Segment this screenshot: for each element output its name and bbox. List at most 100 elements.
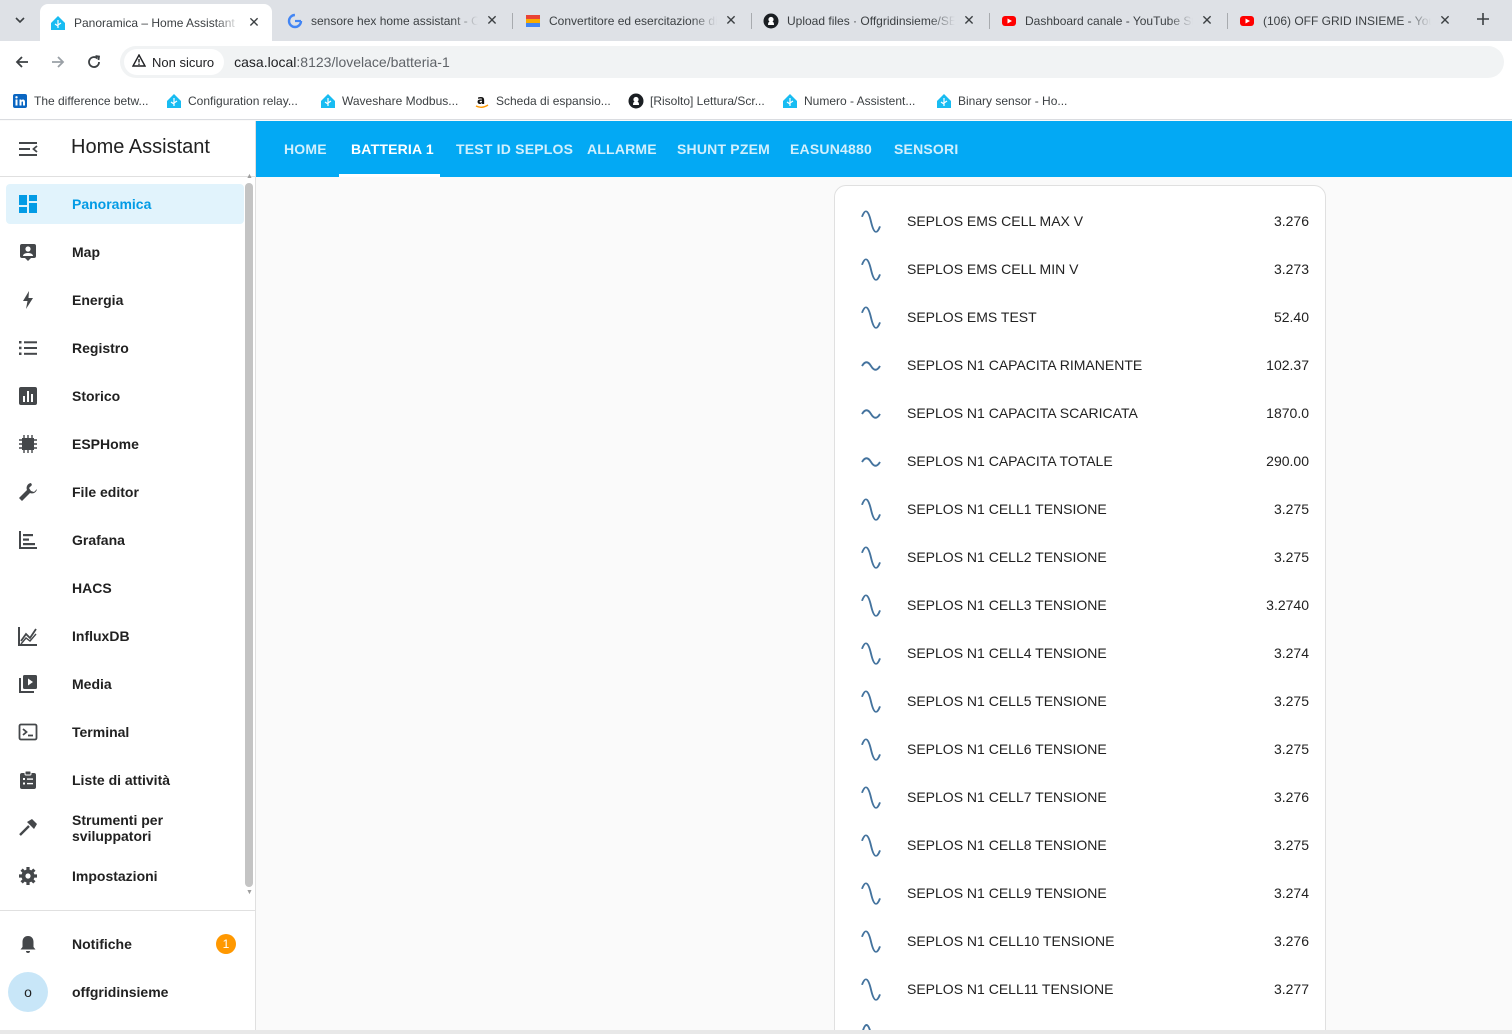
sidebar-item-notifiche[interactable]: Notifiche 1 xyxy=(6,924,244,964)
scroll-up-icon[interactable]: ▲ xyxy=(246,173,253,180)
bookmark-item[interactable]: Waveshare Modbus... xyxy=(320,92,458,110)
sidebar-item-energia[interactable]: Energia xyxy=(6,280,244,320)
entity-name: SEPLOS N1 CELL7 TENSIONE xyxy=(907,789,1107,805)
dashboard-icon xyxy=(16,192,40,216)
sidebar-item-map[interactable]: Map xyxy=(6,232,244,272)
scroll-down-icon[interactable]: ▼ xyxy=(246,889,253,896)
sidebar-item-impostazioni[interactable]: Impostazioni xyxy=(6,856,244,896)
bookmark-item[interactable]: a Scheda di espansio... xyxy=(474,92,611,110)
sidebar-item-profile[interactable]: o offgridinsieme xyxy=(6,972,244,1012)
entity-row[interactable]: SEPLOS N1 CELL5 TENSIONE 3.275 xyxy=(835,678,1325,726)
arrow-left-icon xyxy=(15,56,28,68)
tab-shunt-pzem[interactable]: SHUNT PZEM xyxy=(677,121,770,177)
entity-row[interactable]: SEPLOS N1 CAPACITA TOTALE 290.00 xyxy=(835,438,1325,486)
browser-tab-4[interactable]: Dashboard canale - YouTube Studio ✕ xyxy=(991,6,1225,35)
entity-row[interactable]: SEPLOS EMS CELL MIN V 3.273 xyxy=(835,246,1325,294)
bookmark-item[interactable]: The difference betw... xyxy=(12,92,149,110)
sidebar-scrollbar[interactable] xyxy=(245,183,253,887)
entity-row[interactable]: SEPLOS N1 CELL1 TENSIONE 3.275 xyxy=(835,486,1325,534)
sidebar-item-label: Map xyxy=(72,244,100,260)
entity-row[interactable]: SEPLOS N1 CELL9 TENSIONE 3.274 xyxy=(835,870,1325,918)
sidebar-item-terminal[interactable]: Terminal xyxy=(6,712,244,752)
entity-value: 290.00 xyxy=(1266,453,1309,469)
bookmark-item[interactable]: Configuration relay... xyxy=(166,92,298,110)
close-icon[interactable]: ✕ xyxy=(1437,12,1453,29)
sine-wave-icon xyxy=(859,834,883,858)
list-icon xyxy=(16,336,40,360)
sidebar-item-file-editor[interactable]: File editor xyxy=(6,472,244,512)
entity-row[interactable]: SEPLOS N1 CELL3 TENSIONE 3.2740 xyxy=(835,582,1325,630)
home-assistant-icon xyxy=(50,15,66,31)
entity-value: 3.275 xyxy=(1273,501,1309,517)
entity-row[interactable]: SEPLOS N1 CAPACITA SCARICATA 1870.0 xyxy=(835,390,1325,438)
entity-row[interactable]: SEPLOS N1 CELL6 TENSIONE 3.275 xyxy=(835,726,1325,774)
sidebar-item-panoramica[interactable]: Panoramica xyxy=(6,184,244,224)
tilde-wave-icon xyxy=(859,402,883,426)
close-icon[interactable]: ✕ xyxy=(1199,12,1215,29)
browser-tab-5[interactable]: (106) OFF GRID INSIEME - YouTube ✕ xyxy=(1229,6,1463,35)
sidebar-title: Home Assistant xyxy=(71,136,210,158)
entity-row[interactable]: SEPLOS N1 CELL4 TENSIONE 3.274 xyxy=(835,630,1325,678)
tab-title: Convertitore ed esercitazione di numeri xyxy=(549,13,717,28)
security-chip[interactable]: Non sicuro xyxy=(124,49,225,75)
browser-tab-1[interactable]: sensore hex home assistant - Cerca con G… xyxy=(277,6,510,35)
entity-row[interactable]: SEPLOS EMS CELL MAX V 3.276 xyxy=(835,198,1325,246)
tab-home[interactable]: HOME xyxy=(284,121,327,177)
new-tab-button[interactable] xyxy=(1472,8,1494,30)
browser-tab-2[interactable]: Convertitore ed esercitazione di numeri … xyxy=(515,6,749,35)
entity-row[interactable]: SEPLOS N1 CAPACITA RIMANENTE 102.37 xyxy=(835,342,1325,390)
tab-easun4880[interactable]: EASUN4880 xyxy=(790,121,872,177)
sidebar-item-media[interactable]: Media xyxy=(6,664,244,704)
sidebar-item-esphome[interactable]: ESPHome xyxy=(6,424,244,464)
sidebar-item-hacs[interactable]: HACS xyxy=(6,568,244,608)
bookmark-item[interactable]: Binary sensor - Ho... xyxy=(936,92,1067,110)
github-icon xyxy=(628,93,644,109)
entity-name: SEPLOS N1 CELL9 TENSIONE xyxy=(907,885,1107,901)
map-icon xyxy=(16,240,40,264)
sidebar-item-liste-di-attivita[interactable]: Liste di attività xyxy=(6,760,244,800)
sidebar-item-influxdb[interactable]: InfluxDB xyxy=(6,616,244,656)
sidebar-item-label: Notifiche xyxy=(72,936,132,952)
entity-value: 3.276 xyxy=(1273,789,1309,805)
close-icon[interactable]: ✕ xyxy=(484,12,500,29)
close-icon[interactable]: ✕ xyxy=(246,14,262,31)
sidebar-item-storico[interactable]: Storico xyxy=(6,376,244,416)
warning-icon xyxy=(131,53,147,70)
tab-title: sensore hex home assistant - Cerca con G… xyxy=(311,13,478,28)
entity-row[interactable]: SEPLOS N1 CELL2 TENSIONE 3.275 xyxy=(835,534,1325,582)
close-icon[interactable]: ✕ xyxy=(723,12,739,29)
entity-row[interactable]: SEPLOS N1 CELL11 TENSIONE 3.277 xyxy=(835,966,1325,1014)
entity-row[interactable]: SEPLOS N1 CELL8 TENSIONE 3.275 xyxy=(835,822,1325,870)
reload-button[interactable] xyxy=(82,50,106,74)
tab-search-button[interactable] xyxy=(8,8,32,32)
sidebar-item-registro[interactable]: Registro xyxy=(6,328,244,368)
browser-tab-3[interactable]: Upload files · Offgridinsieme/SEPLOS ✕ xyxy=(753,6,987,35)
tab-sensori[interactable]: SENSORI xyxy=(894,121,958,177)
menu-button[interactable] xyxy=(16,137,40,161)
entity-value: 3.274 xyxy=(1273,885,1309,901)
forward-button[interactable] xyxy=(46,50,70,74)
close-icon[interactable]: ✕ xyxy=(961,12,977,29)
reload-icon xyxy=(88,55,101,68)
back-button[interactable] xyxy=(10,50,34,74)
sidebar-item-strumenti-sviluppatori[interactable]: Strumenti per sviluppatori xyxy=(6,808,244,848)
sidebar-item-label: Media xyxy=(72,676,112,692)
line-chart-icon xyxy=(16,624,40,648)
bookmark-item[interactable]: [Risolto] Lettura/Scr... xyxy=(628,92,765,110)
tab-batteria-1[interactable]: BATTERIA 1 xyxy=(351,121,434,177)
browser-tab-0[interactable]: Panoramica – Home Assistant ✕ xyxy=(40,4,272,41)
gear-icon xyxy=(16,864,40,888)
url-text[interactable]: casa.local:8123/lovelace/batteria-1 xyxy=(234,54,450,70)
bell-icon xyxy=(16,932,40,956)
entity-value: 52.40 xyxy=(1273,309,1309,325)
tab-allarme[interactable]: ALLARME xyxy=(587,121,657,177)
bookmark-label: Configuration relay... xyxy=(188,94,298,108)
entity-row[interactable]: SEPLOS N1 CELL7 TENSIONE 3.276 xyxy=(835,774,1325,822)
sine-wave-icon xyxy=(859,882,883,906)
entity-row[interactable]: SEPLOS N1 CELL10 TENSIONE 3.276 xyxy=(835,918,1325,966)
bookmark-item[interactable]: Numero - Assistent... xyxy=(782,92,915,110)
sidebar-item-grafana[interactable]: Grafana xyxy=(6,520,244,560)
entity-row[interactable]: SEPLOS EMS TEST 52.40 xyxy=(835,294,1325,342)
address-bar[interactable]: Non sicuro casa.local:8123/lovelace/batt… xyxy=(120,46,1504,78)
tab-test-id-seplos[interactable]: TEST ID SEPLOS xyxy=(456,121,573,177)
